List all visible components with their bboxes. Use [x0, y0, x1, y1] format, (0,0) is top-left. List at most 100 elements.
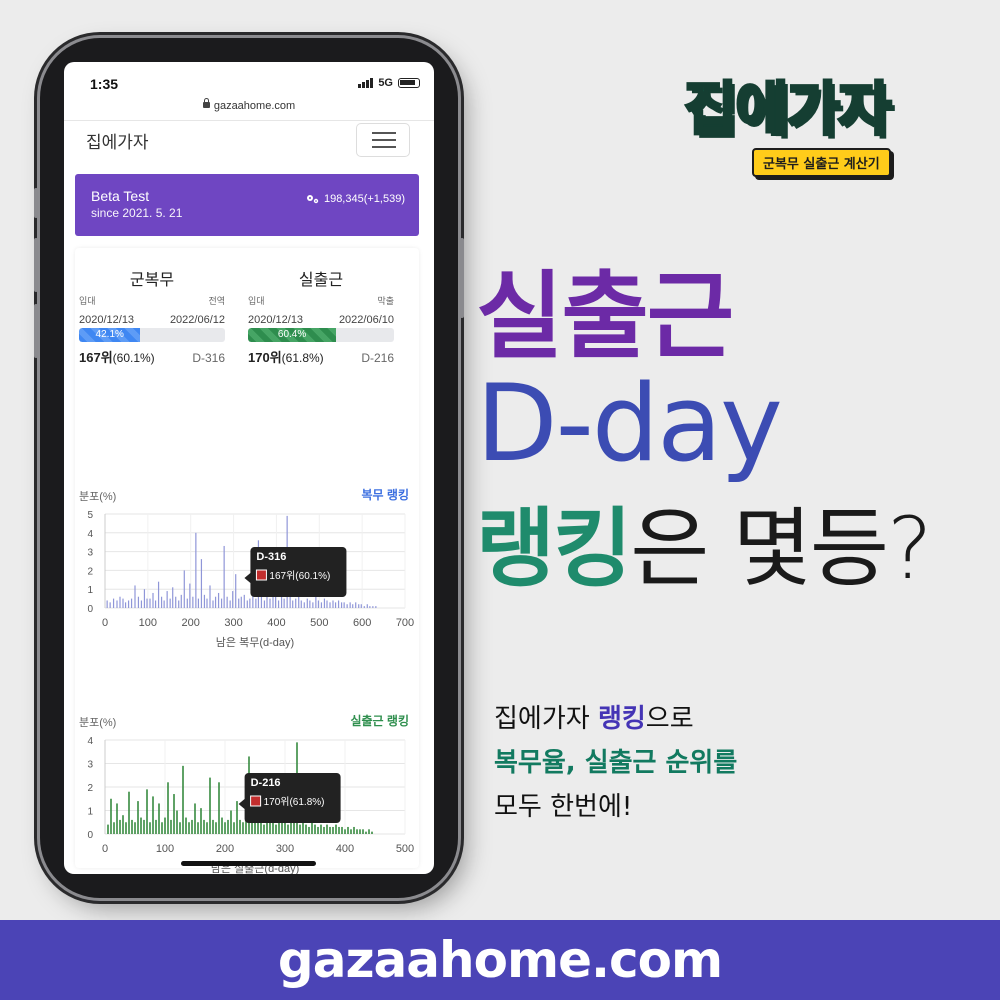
- bar: [194, 803, 196, 834]
- bar: [302, 822, 304, 834]
- stats-card: 군복무 입대 전역 2020/12/13 2022/06/12 42.1% 167위…: [75, 248, 419, 874]
- x-tick-label: 500: [310, 617, 328, 629]
- bar: [206, 822, 208, 834]
- bar: [236, 801, 238, 834]
- stat-title: 군복무: [129, 272, 175, 289]
- bar: [167, 782, 169, 834]
- bar: [343, 602, 345, 608]
- bar: [164, 817, 166, 834]
- tooltip-title: D-316: [256, 551, 286, 563]
- headline-line1: 실출근: [476, 262, 734, 372]
- bar: [238, 598, 240, 608]
- volume-down-button: [34, 304, 38, 358]
- bar: [287, 824, 289, 834]
- bar: [224, 822, 226, 834]
- desc-line2: 복무율, 실출근 순위를: [494, 748, 738, 778]
- tooltip-swatch: [255, 569, 267, 581]
- logo-text: 집에가자: [683, 74, 893, 145]
- bar: [347, 826, 349, 834]
- end-date: 2022/06/10: [338, 314, 394, 326]
- bar: [137, 596, 140, 608]
- chart2-title[interactable]: 실출근 랭킹: [350, 712, 409, 729]
- headline-ranking: 랭킹: [476, 499, 632, 599]
- footer-domain[interactable]: gazaahome.com: [278, 931, 723, 989]
- x-tick-label: 700: [396, 617, 414, 629]
- bar: [350, 829, 352, 834]
- x-axis-label: 남은 복무(d-day): [216, 636, 294, 649]
- start-label: 입대: [248, 296, 265, 306]
- bar: [197, 598, 200, 608]
- stat-service: 군복무 입대 전역 2020/12/13 2022/06/12 42.1% 167위…: [79, 266, 225, 366]
- bar: [266, 822, 268, 834]
- chart1-ylabel: 분포(%): [79, 491, 117, 503]
- x-tick-label: 0: [102, 843, 108, 855]
- bar: [232, 591, 234, 608]
- bar: [212, 600, 214, 608]
- visitor-count-text: 198,345(+1,539): [323, 193, 405, 205]
- bar: [209, 777, 211, 834]
- rank: 170위(61.8%): [248, 350, 324, 365]
- bar: [315, 596, 317, 608]
- work-ranking-chart[interactable]: 012340 100 200 300 400 500남은 실출근(d-day)D-2161…: [75, 732, 419, 874]
- x-tick-label: 100: [139, 617, 157, 629]
- bar: [122, 598, 124, 608]
- service-ranking-chart[interactable]: 0 1 2 3 4 5 0 100 200 300 400 500 600 700 남은 복무(d-day)…: [75, 506, 419, 666]
- tooltip-title: D-216: [251, 777, 281, 789]
- bar: [188, 822, 190, 834]
- bar: [230, 810, 232, 834]
- y-tick-label: 2: [87, 783, 93, 794]
- y-tick-label: 4: [87, 736, 93, 747]
- headline-line2: D-day: [476, 362, 783, 485]
- status-time: 1:35: [90, 76, 119, 92]
- hamburger-menu-button[interactable]: [356, 123, 410, 157]
- bar: [346, 604, 348, 608]
- bar: [140, 600, 143, 608]
- visitor-count: 198,345(+1,539): [305, 193, 405, 205]
- nav-brand[interactable]: 집에가자: [86, 128, 149, 153]
- bar: [122, 815, 124, 834]
- bar: [155, 819, 157, 834]
- home-indicator[interactable]: [181, 861, 316, 866]
- x-tick-label: 200: [182, 617, 200, 629]
- tooltip-body: 167위(60.1%): [269, 569, 330, 582]
- bar: [221, 817, 223, 834]
- bar: [306, 598, 308, 608]
- status-bar: 1:35 5G: [64, 62, 434, 100]
- bar: [212, 819, 214, 834]
- bar: [163, 600, 165, 608]
- bar: [124, 602, 127, 608]
- logo-badge: 군복무 실출근 계산기: [752, 148, 891, 177]
- phone-screen: 1:35 5G gazaahome.com 집에가자 Beta Test sin…: [64, 62, 434, 874]
- bar: [152, 592, 154, 608]
- bar: [157, 581, 160, 608]
- x-tick-label: 100: [156, 843, 174, 855]
- bar: [203, 594, 206, 608]
- bar: [263, 824, 265, 834]
- bar: [179, 822, 181, 834]
- bar: [295, 598, 297, 608]
- bar: [209, 585, 211, 608]
- address-bar[interactable]: gazaahome.com: [64, 98, 434, 120]
- chart1-title[interactable]: 복무 랭킹: [362, 486, 410, 503]
- x-tick-label: 0: [102, 617, 108, 629]
- bar: [106, 600, 108, 608]
- bar: [143, 819, 145, 834]
- bar: [183, 570, 185, 608]
- bar: [274, 596, 277, 608]
- bar: [134, 822, 136, 834]
- bar: [186, 598, 188, 608]
- bar: [131, 819, 133, 834]
- bar: [246, 600, 248, 608]
- bar: [352, 604, 354, 608]
- bar: [292, 600, 294, 608]
- bar: [112, 598, 115, 608]
- bar: [240, 596, 242, 608]
- bar: [368, 829, 370, 834]
- signal-icon: [358, 78, 374, 88]
- bar: [134, 585, 136, 608]
- power-button: [460, 238, 464, 318]
- bar: [203, 819, 205, 834]
- bar: [158, 803, 160, 834]
- bar: [356, 829, 358, 834]
- y-tick-label: 0: [87, 830, 93, 841]
